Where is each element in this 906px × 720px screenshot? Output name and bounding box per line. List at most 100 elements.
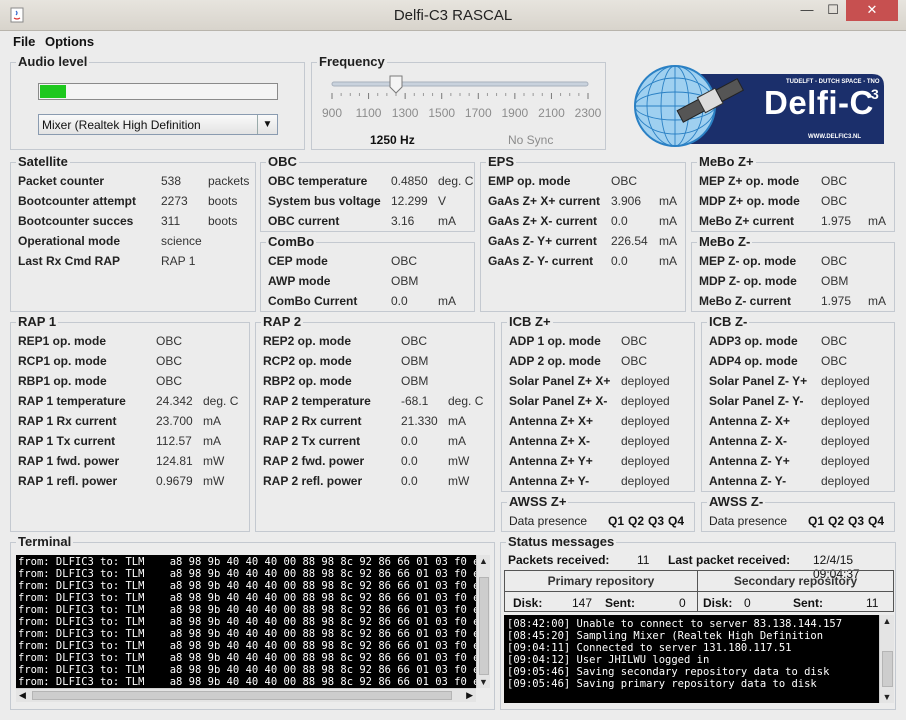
telemetry-row: MDP Z- op. mode OBM: [692, 271, 894, 291]
telemetry-label: RBP2 op. mode: [263, 374, 352, 388]
primary-sent-label: Sent:: [605, 596, 635, 610]
telemetry-label: RAP 2 Rx current: [263, 414, 362, 428]
terminal-output[interactable]: from: DLFIC3 to: TLM a8 98 9b 40 40 40 0…: [16, 555, 476, 688]
telemetry-unit: deg. C: [203, 394, 239, 408]
telemetry-row: RAP 1 temperature 24.342 deg. C: [11, 391, 249, 411]
telemetry-value: 0.0: [401, 454, 418, 468]
scroll-down-arrow-icon[interactable]: ▼: [477, 677, 490, 687]
telemetry-row: Antenna Z+ X+ deployed: [502, 411, 694, 431]
telemetry-value: OBM: [401, 374, 429, 388]
telemetry-label: MEP Z- op. mode: [699, 254, 797, 268]
telemetry-value: 226.54: [611, 234, 648, 248]
telemetry-unit: mA: [203, 414, 221, 428]
secondary-disk-label: Disk:: [703, 596, 733, 610]
telemetry-value: 3.16: [391, 214, 415, 228]
telemetry-label: RAP 2 temperature: [263, 394, 371, 408]
menu-bar: File Options: [0, 31, 906, 53]
icb-zminus-title: ICB Z-: [707, 314, 750, 330]
secondary-repository: Secondary repository Disk: 0 Sent: 11: [698, 570, 894, 612]
telemetry-label: RAP 1 fwd. power: [18, 454, 120, 468]
scroll-down-arrow-icon[interactable]: ▼: [880, 692, 894, 702]
telemetry-value: 1.975: [821, 214, 852, 228]
telemetry-value: 124.81: [156, 454, 193, 468]
telemetry-label: OBC temperature: [268, 174, 368, 188]
telemetry-row: GaAs Z- Y- current 0.0 mA: [481, 251, 685, 271]
mebo-zplus-panel: MeBo Z+ MEP Z+ op. mode OBC MDP Z+ op. mod…: [691, 154, 895, 232]
telemetry-label: MeBo Z+ current: [699, 214, 795, 228]
mebo-zplus-title: MeBo Z+: [697, 154, 756, 170]
telemetry-row: Antenna Z+ Y-deployed: [502, 471, 694, 491]
telemetry-row: GaAs Z+ X- current 0.0 mA: [481, 211, 685, 231]
telemetry-unit: boots: [208, 214, 238, 228]
minimize-button[interactable]: —: [794, 0, 820, 21]
terminal-horizontal-scrollbar[interactable]: ◀ ▶: [16, 688, 476, 702]
terminal-line: from: DLFIC3 to: TLM a8 98 9b 40 40 40 0…: [18, 628, 476, 640]
telemetry-value: deployed: [821, 454, 870, 468]
terminal-line: from: DLFIC3 to: TLM a8 98 9b 40 40 40 0…: [18, 676, 476, 688]
telemetry-row: ADP3 op. mode OBC: [702, 331, 894, 351]
scroll-left-arrow-icon[interactable]: ◀: [19, 690, 26, 701]
status-log[interactable]: [08:42:00] Unable to connect to server 8…: [504, 615, 879, 703]
telemetry-label: ADP 1 op. mode: [509, 334, 601, 348]
frequency-tick-label: 2100: [538, 106, 565, 120]
telemetry-row: EMP op. mode OBC: [481, 171, 685, 191]
telemetry-unit: mW: [203, 474, 225, 488]
telemetry-label: Antenna Z- X+: [709, 414, 791, 428]
menu-file[interactable]: File: [13, 34, 35, 49]
telemetry-unit: mA: [438, 214, 456, 228]
log-line: [09:04:11] Connected to server 131.180.1…: [507, 642, 792, 654]
scroll-up-arrow-icon[interactable]: ▲: [880, 616, 894, 626]
title-bar[interactable]: Delfi-C3 RASCAL — ☐ ✕: [0, 0, 906, 31]
telemetry-label: Operational mode: [18, 234, 121, 248]
telemetry-value: 0.9679: [156, 474, 193, 488]
status-log-scrollbar[interactable]: ▲ ▼: [879, 615, 894, 703]
mixer-select[interactable]: Mixer (Realtek High Definition ▼: [38, 114, 278, 135]
telemetry-row: Solar Panel Z- Y-deployed: [702, 391, 894, 411]
scroll-up-arrow-icon[interactable]: ▲: [477, 556, 490, 566]
logo-url: WWW.DELFIC3.NL: [808, 134, 861, 140]
chevron-down-icon[interactable]: ▼: [257, 115, 277, 134]
telemetry-row: OBC current 3.16 mA: [261, 211, 474, 231]
primary-sent-value: 0: [679, 596, 686, 610]
telemetry-value: 12.299: [391, 194, 428, 208]
telemetry-value: OBC: [821, 254, 848, 268]
icb-zplus-panel: ICB Z+ ADP 1 op. mode OBC ADP 2 op. mode OB…: [501, 314, 695, 492]
mixer-select-value: Mixer (Realtek High Definition: [42, 118, 201, 132]
telemetry-label: ComBo Current: [268, 294, 358, 308]
telemetry-value: RAP 1: [161, 254, 196, 268]
telemetry-label: System bus voltage: [268, 194, 381, 208]
log-line: [09:04:12] User JHILWU logged in: [507, 654, 710, 666]
telemetry-unit: mA: [448, 414, 466, 428]
maximize-button[interactable]: ☐: [820, 0, 846, 21]
terminal-line: from: DLFIC3 to: TLM a8 98 9b 40 40 40 0…: [18, 640, 476, 652]
telemetry-unit: mA: [868, 294, 886, 308]
terminal-line: from: DLFIC3 to: TLM a8 98 9b 40 40 40 0…: [18, 556, 476, 568]
slider-thumb[interactable]: [389, 75, 403, 94]
scrollbar-thumb[interactable]: [882, 651, 893, 687]
telemetry-value: 1.975: [821, 294, 852, 308]
satellite-title: Satellite: [16, 154, 70, 170]
terminal-line: from: DLFIC3 to: TLM a8 98 9b 40 40 40 0…: [18, 580, 476, 592]
quadrant-q4: Q4: [868, 514, 885, 528]
scrollbar-thumb[interactable]: [32, 691, 452, 700]
logo-superscript: 3: [871, 86, 879, 102]
scrollbar-thumb[interactable]: [479, 577, 489, 675]
audio-level-meter: [38, 83, 278, 100]
awss-zminus-title: AWSS Z-: [707, 494, 766, 510]
telemetry-label: MDP Z+ op. mode: [699, 194, 800, 208]
menu-options[interactable]: Options: [45, 34, 94, 49]
telemetry-row: ComBo Current 0.0 mA: [261, 291, 474, 311]
scroll-right-arrow-icon[interactable]: ▶: [466, 690, 473, 701]
primary-disk-label: Disk:: [513, 596, 543, 610]
terminal-vertical-scrollbar[interactable]: ▲ ▼: [476, 555, 490, 688]
combo-title: ComBo: [266, 234, 317, 250]
telemetry-row: RBP2 op. mode OBM: [256, 371, 494, 391]
telemetry-label: GaAs Z+ X- current: [488, 214, 598, 228]
terminal-line: from: DLFIC3 to: TLM a8 98 9b 40 40 40 0…: [18, 604, 476, 616]
telemetry-row: RAP 2 refl. power 0.0 mW: [256, 471, 494, 491]
telemetry-label: RBP1 op. mode: [18, 374, 107, 388]
status-title: Status messages: [506, 534, 617, 550]
close-button[interactable]: ✕: [846, 0, 898, 21]
telemetry-row: GaAs Z+ X+ current 3.906 mA: [481, 191, 685, 211]
telemetry-unit: mW: [448, 474, 470, 488]
